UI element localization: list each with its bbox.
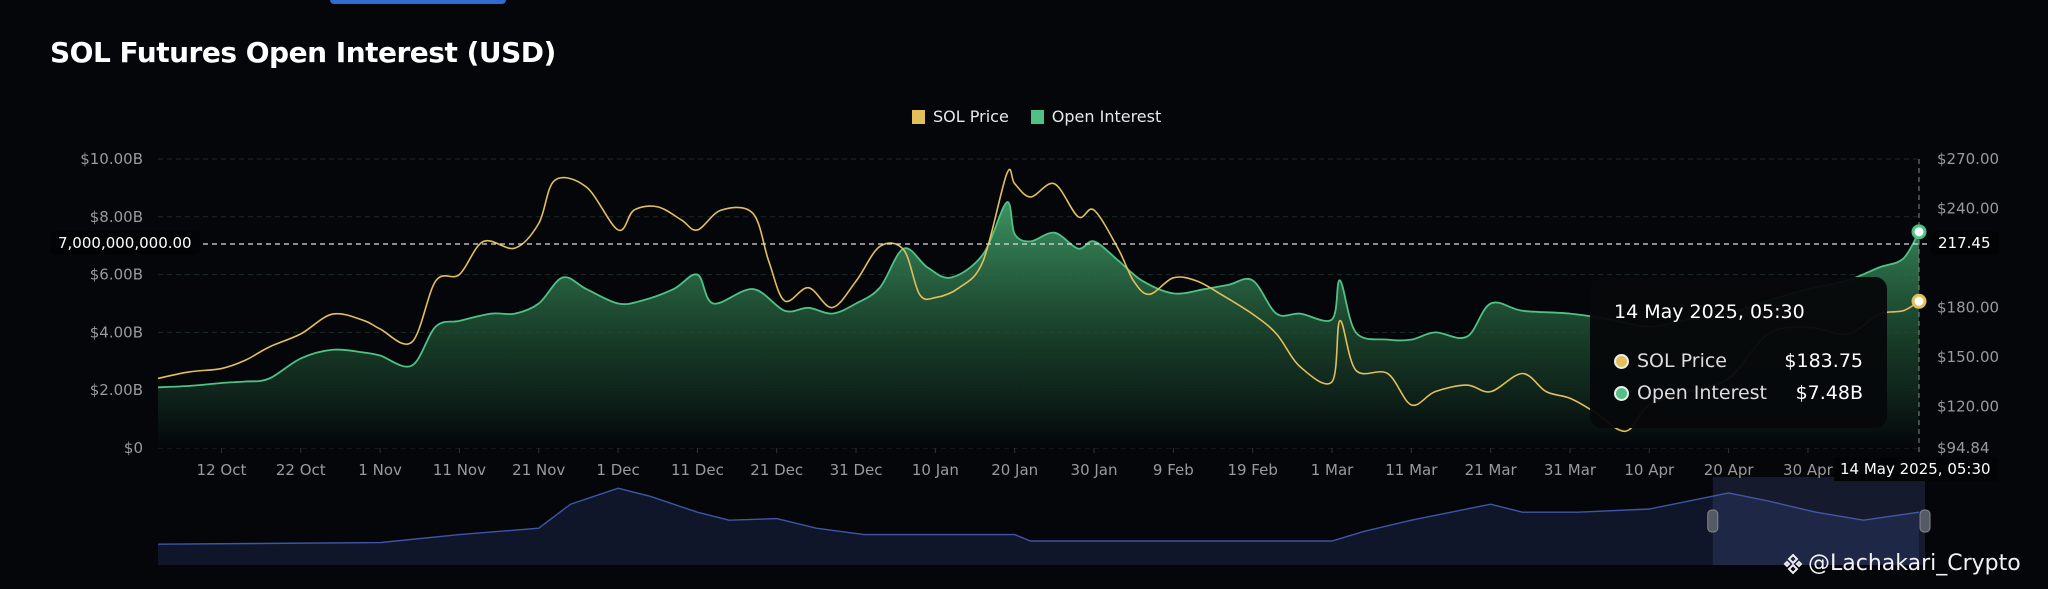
x-tick-label: 30 Apr [1783, 461, 1834, 479]
tooltip-label: SOL Price [1637, 350, 1727, 372]
y-right-tick-label: $94.84 [1937, 439, 1990, 457]
watermark-text: @Lachakari_Crypto [1808, 551, 2021, 576]
tooltip-date: 14 May 2025, 05:30 [1614, 301, 1805, 323]
y-left-tick-label: $2.00B [90, 381, 143, 399]
price-dot-icon [1614, 353, 1629, 369]
y-right-tick-label: $150.00 [1937, 348, 1999, 366]
y-left-tick-label: $0 [124, 439, 143, 457]
navigator-area [158, 488, 1919, 565]
x-tick-label: 20 Jan [991, 461, 1038, 479]
y-left-tick-label: $8.00B [90, 208, 143, 226]
tooltip-value: $183.75 [1784, 350, 1863, 372]
watermark: @Lachakari_Crypto [1782, 551, 2021, 576]
x-tick-label: 21 Dec [750, 461, 803, 479]
x-tick-label: 12 Oct [197, 461, 247, 479]
crosshair-date-label: 14 May 2025, 05:30 [1834, 457, 1997, 481]
x-tick-label: 21 Nov [512, 461, 565, 479]
x-tick-label: 21 Mar [1465, 461, 1518, 479]
y-right-tick-label: $120.00 [1937, 397, 1999, 415]
binance-logo-icon [1783, 553, 1803, 574]
navigator-handle[interactable] [1707, 509, 1719, 533]
x-tick-label: 22 Oct [276, 461, 326, 479]
oi-dot-icon [1614, 385, 1629, 401]
x-tick-label: 31 Mar [1544, 461, 1597, 479]
x-tick-label: 20 Apr [1704, 461, 1755, 479]
x-tick-label: 9 Feb [1153, 461, 1194, 479]
y-left-tick-label: $6.00B [90, 266, 143, 284]
y-left-tick-label: $4.00B [90, 323, 143, 341]
x-tick-label: 31 Dec [830, 461, 883, 479]
x-tick-label: 1 Mar [1311, 461, 1354, 479]
tooltip-label: Open Interest [1637, 382, 1768, 404]
tooltip-value: $7.48B [1795, 382, 1863, 404]
tooltip-row-price: SOL Price $183.75 [1614, 345, 1863, 377]
crosshair-right-label: 217.45 [1930, 231, 1999, 255]
x-tick-label: 19 Feb [1227, 461, 1277, 479]
x-tick-label: 30 Jan [1071, 461, 1118, 479]
y-right-tick-label: $270.00 [1937, 150, 1999, 168]
crosshair-left-label: 7,000,000,000.00 [50, 231, 200, 255]
tooltip-row-oi: Open Interest $7.48B [1614, 377, 1863, 409]
y-left-tick-label: $10.00B [80, 150, 143, 168]
x-tick-label: 11 Nov [433, 461, 486, 479]
tooltip: 14 May 2025, 05:30 SOL Price $183.75 Ope… [1590, 277, 1887, 428]
y-right-tick-label: $180.00 [1937, 298, 1999, 316]
x-tick-label: 1 Nov [358, 461, 402, 479]
y-right-tick-label: $240.00 [1937, 199, 1999, 217]
x-tick-label: 11 Mar [1385, 461, 1438, 479]
x-tick-label: 1 Dec [596, 461, 639, 479]
oi-marker [1911, 224, 1927, 240]
x-tick-label: 10 Apr [1624, 461, 1675, 479]
x-tick-label: 11 Dec [671, 461, 724, 479]
navigator-handle[interactable] [1919, 509, 1931, 533]
x-tick-label: 10 Jan [912, 461, 959, 479]
price-marker [1911, 293, 1927, 309]
